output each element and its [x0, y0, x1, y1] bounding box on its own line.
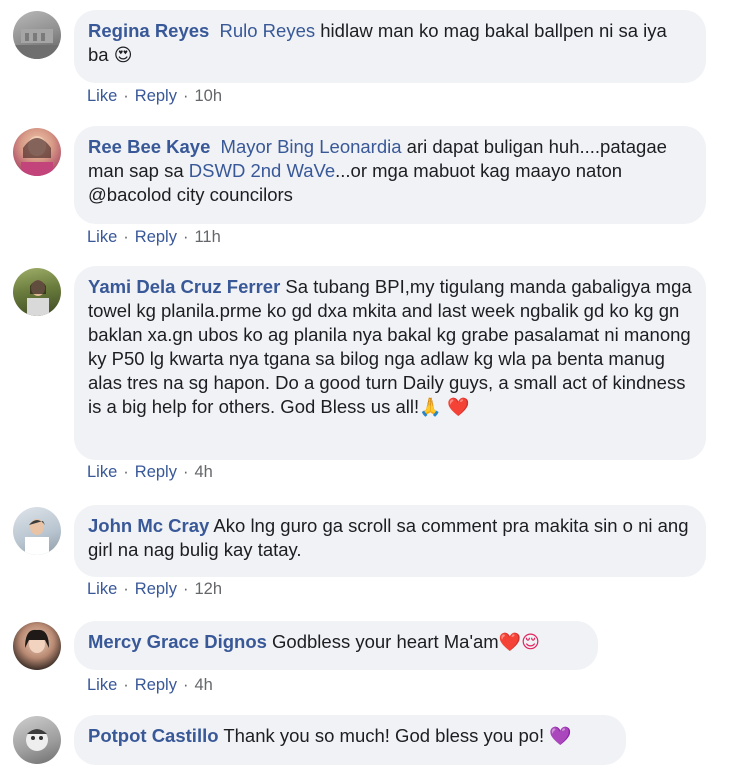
comment-bubble: Potpot Castillo Thank you so much! God b…	[74, 715, 626, 765]
like-button[interactable]: Like	[87, 87, 117, 105]
heart-relieved-emoji-icon: ❤️😌	[498, 632, 540, 653]
comment-author[interactable]: John Mc Cray	[88, 515, 209, 536]
comment-actions: Like · Reply · 10h	[87, 87, 222, 106]
separator-dot: ·	[182, 87, 189, 105]
comment-text: Thank you so much! God bless you po!	[218, 725, 550, 746]
avatar-photo-icon	[26, 729, 48, 751]
comment-author[interactable]: Ree Bee Kaye	[88, 136, 210, 157]
comment-author[interactable]: Regina Reyes	[88, 20, 209, 41]
avatar[interactable]	[13, 622, 61, 670]
avatar-photo-icon	[21, 136, 53, 176]
pray-heart-emoji-icon: 🙏 ❤️	[419, 397, 470, 418]
reply-button[interactable]: Reply	[135, 580, 177, 598]
comment-bubble: Yami Dela Cruz Ferrer Sa tubang BPI,my t…	[74, 266, 706, 460]
like-button[interactable]: Like	[87, 463, 117, 481]
reply-button[interactable]: Reply	[135, 463, 177, 481]
comment-author[interactable]: Potpot Castillo	[88, 725, 219, 746]
comment-actions: Like · Reply · 11h	[87, 228, 221, 247]
avatar[interactable]	[13, 268, 61, 316]
reply-button[interactable]: Reply	[135, 87, 177, 105]
avatar-photo-icon	[25, 519, 49, 555]
comment-timestamp[interactable]: 4h	[194, 676, 212, 694]
comment-actions: Like · Reply · 4h	[87, 676, 213, 695]
comment-bubble: Regina Reyes Rulo Reyes hidlaw man ko ma…	[74, 10, 706, 83]
reply-button[interactable]: Reply	[135, 228, 177, 246]
separator-dot: ·	[123, 580, 129, 598]
comment-author[interactable]: Mercy Grace Dignos	[88, 631, 267, 652]
separator-dot: ·	[182, 228, 189, 246]
like-button[interactable]: Like	[87, 228, 117, 246]
comment-author[interactable]: Yami Dela Cruz Ferrer	[88, 276, 280, 297]
reply-button[interactable]: Reply	[135, 676, 177, 694]
separator-dot: ·	[123, 228, 129, 246]
avatar[interactable]	[13, 11, 61, 59]
separator-dot: ·	[123, 87, 129, 105]
comment-actions: Like · Reply · 12h	[87, 580, 222, 599]
separator-dot: ·	[182, 580, 189, 598]
like-button[interactable]: Like	[87, 676, 117, 694]
comment-text: Sa tubang BPI,my tigulang manda gabaligy…	[88, 276, 692, 417]
comment-timestamp[interactable]: 10h	[194, 87, 222, 105]
avatar-photo-icon	[25, 629, 49, 653]
comment-bubble: Ree Bee Kaye Mayor Bing Leonardia ari da…	[74, 126, 706, 224]
separator-dot: ·	[123, 676, 129, 694]
comment-text: Godbless your heart Ma'am	[266, 631, 499, 652]
comment-mention[interactable]: Mayor Bing Leonardia	[221, 136, 402, 157]
heart-eyes-emoji-icon: 😍	[113, 45, 133, 66]
avatar[interactable]	[13, 128, 61, 176]
separator-dot: ·	[182, 676, 189, 694]
avatar[interactable]	[13, 507, 61, 555]
purple-heart-emoji-icon: 💜	[549, 726, 572, 747]
comment-feed: Regina Reyes Rulo Reyes hidlaw man ko ma…	[0, 0, 750, 765]
comment-bubble: Mercy Grace Dignos Godbless your heart M…	[74, 621, 598, 670]
avatar[interactable]	[13, 716, 61, 764]
like-button[interactable]: Like	[87, 580, 117, 598]
comment-bubble: John Mc Cray Ako lng guro ga scroll sa c…	[74, 505, 706, 577]
comment-timestamp[interactable]: 12h	[194, 580, 222, 598]
avatar-photo-icon	[13, 29, 61, 59]
comment-actions: Like · Reply · 4h	[87, 463, 213, 482]
separator-dot: ·	[123, 463, 129, 481]
comment-mention[interactable]: Rulo Reyes	[219, 20, 315, 41]
comment-mention[interactable]: DSWD 2nd WaVe	[189, 160, 335, 181]
comment-timestamp[interactable]: 4h	[194, 463, 212, 481]
comment-timestamp[interactable]: 11h	[194, 228, 220, 246]
separator-dot: ·	[182, 463, 189, 481]
avatar-photo-icon	[27, 280, 49, 316]
